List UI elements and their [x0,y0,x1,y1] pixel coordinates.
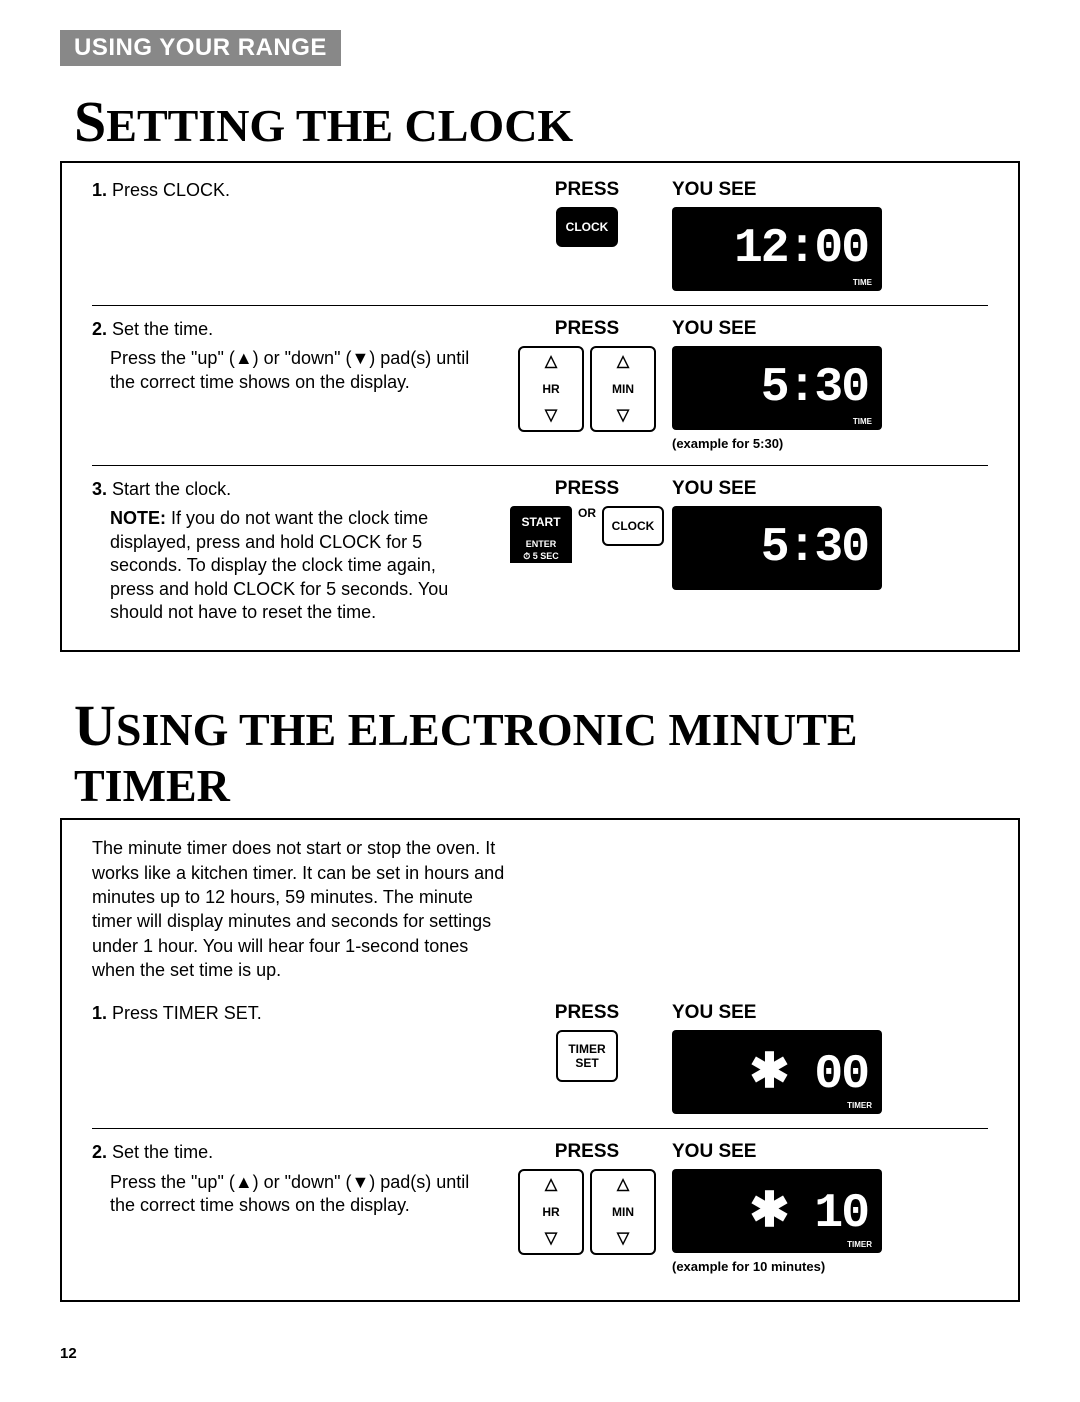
you-see-header: YOU SEE [672,179,988,201]
press-header: PRESS [502,1141,672,1163]
instruction-text: 3. Start the clock. NOTE: If you do not … [92,478,502,624]
section-header: USING YOUR RANGE [60,30,341,66]
hr-up-down-button[interactable]: △ HR ▽ [518,346,584,432]
page: USING YOUR RANGE SETTING THE CLOCK 1. Pr… [0,0,1080,1402]
press-header: PRESS [502,179,672,201]
clock-step-3: 3. Start the clock. NOTE: If you do not … [92,465,988,624]
min-up-down-button[interactable]: △ MIN ▽ [590,346,656,432]
display-clock-1200: 12:00 TIME [672,207,882,291]
you-see-header: YOU SEE [672,1141,988,1163]
down-arrow-icon: ▽ [545,408,557,424]
display-timer-10: ✱ 10 TIMER [672,1169,882,1253]
min-up-down-button[interactable]: △ MIN ▽ [590,1169,656,1255]
you-see-header: YOU SEE [672,478,988,500]
instruction-text: 2. Set the time. Press the "up" (▲) or "… [92,318,502,394]
or-label: OR [578,506,596,520]
up-arrow-icon: △ [617,354,629,370]
example-note: (example for 10 minutes) [672,1259,988,1274]
you-see-header: YOU SEE [672,318,988,340]
press-header: PRESS [502,1002,672,1024]
press-header: PRESS [502,318,672,340]
clock-button-outline[interactable]: CLOCK [602,506,664,546]
example-note: (example for 5:30) [672,436,988,451]
down-arrow-icon: ▽ [545,1231,557,1247]
up-arrow-icon: △ [545,1177,557,1193]
timer-step-2: 2. Set the time. Press the "up" (▲) or "… [92,1128,988,1274]
heading-setting-clock: SETTING THE CLOCK [74,88,1020,155]
press-header: PRESS [502,478,672,500]
down-arrow-icon: ▽ [617,1231,629,1247]
you-see-header: YOU SEE [672,1002,988,1024]
instruction-text: 1. Press CLOCK. [92,179,502,202]
display-clock-530: 5:30 TIME [672,346,882,430]
heading-minute-timer: USING THE ELECTRONIC MINUTE TIMER [74,692,1020,812]
display-timer-00: ✱ 00 TIMER [672,1030,882,1114]
timer-intro-text: The minute timer does not start or stop … [92,836,512,982]
hr-up-down-button[interactable]: △ HR ▽ [518,1169,584,1255]
up-arrow-icon: △ [545,354,557,370]
timer-step-1: 1. Press TIMER SET. PRESS TIMER SET YOU … [92,1002,988,1114]
up-arrow-icon: △ [617,1177,629,1193]
page-number: 12 [60,1345,77,1362]
clock-button[interactable]: CLOCK [556,207,618,247]
timer-instructions-box: The minute timer does not start or stop … [60,818,1020,1302]
clock-instructions-box: 1. Press CLOCK. PRESS CLOCK YOU SEE 12:0… [60,161,1020,652]
clock-step-2: 2. Set the time. Press the "up" (▲) or "… [92,305,988,451]
clock-step-1: 1. Press CLOCK. PRESS CLOCK YOU SEE 12:0… [92,179,988,291]
display-clock-530-final: 5:30 [672,506,882,590]
start-enter-button[interactable]: START ENTER ⏱ 5 SEC [510,506,572,563]
instruction-text: 1. Press TIMER SET. [92,1002,502,1025]
instruction-text: 2. Set the time. Press the "up" (▲) or "… [92,1141,502,1217]
timer-set-button[interactable]: TIMER SET [556,1030,618,1082]
down-arrow-icon: ▽ [617,408,629,424]
